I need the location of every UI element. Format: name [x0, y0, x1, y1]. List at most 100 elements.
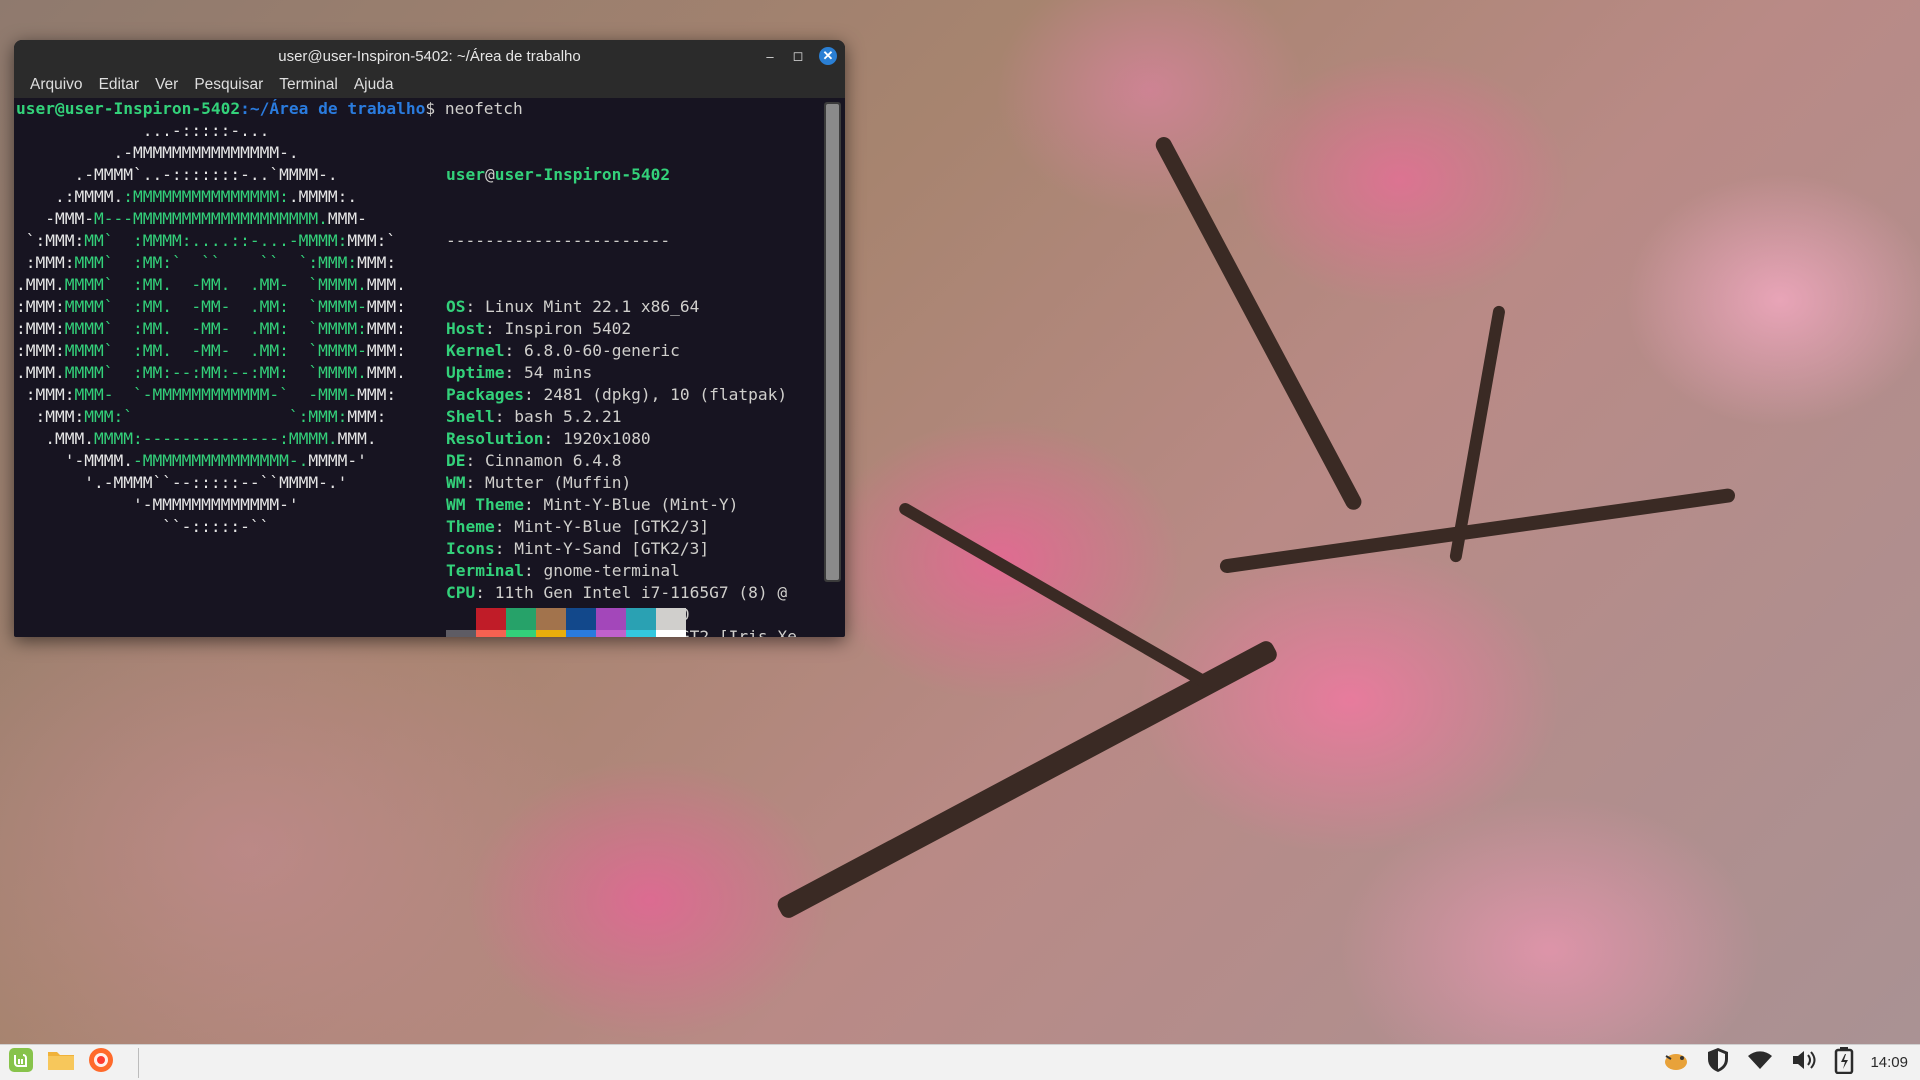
clock[interactable]: 14:09 — [1870, 1054, 1908, 1071]
ascii-logo-segment: MMM: — [366, 341, 406, 360]
prompt-user: user@user-Inspiron-5402 — [16, 99, 241, 118]
menubar: Arquivo Editar Ver Pesquisar Terminal Aj… — [14, 72, 845, 98]
terminal-output[interactable]: user@user-Inspiron-5402:~/Área de trabal… — [14, 98, 845, 637]
scrollbar-thumb[interactable] — [826, 104, 839, 580]
color-swatch — [656, 608, 686, 630]
ascii-logo-line: :MMM:MMM` :MM:` `` `` `:MMM:MMM: — [16, 252, 406, 274]
ascii-logo-line: :MMM:MMMM` :MM. -MM- .MM: `MMMM:MMM: — [16, 318, 406, 340]
ascii-logo-segment: '.-MMMM``--:::::--``MMMM-.' — [16, 473, 348, 492]
ascii-logo-line: .MMM.MMMM:--------------:MMMM.MMM. — [16, 428, 406, 450]
battery-icon[interactable] — [1834, 1046, 1854, 1079]
volume-icon[interactable] — [1790, 1048, 1818, 1077]
info-user: user — [446, 165, 485, 184]
color-swatch — [506, 630, 536, 637]
ascii-logo-segment: MMMM:--------------:MMMM. — [93, 429, 338, 448]
terminal-window[interactable]: user@user-Inspiron-5402: ~/Área de traba… — [14, 40, 845, 637]
ascii-logo-segment: :MMMMMMMMMMMMMMM: — [123, 187, 289, 206]
mint-menu-icon[interactable] — [8, 1047, 34, 1078]
menu-ajuda[interactable]: Ajuda — [346, 76, 402, 94]
ascii-logo-line: :MMM:MMMM` :MM. -MM- .MM: `MMMM-MMM: — [16, 340, 406, 362]
ascii-logo-line: .MMM.MMMM` :MM:--:MM:--:MM: `MMMM.MMM. — [16, 362, 406, 384]
menu-editar[interactable]: Editar — [91, 76, 148, 94]
ascii-logo-segment: MMM:` `:MMM: — [84, 407, 348, 426]
prompt-command: neofetch — [444, 99, 523, 118]
info-key: DE — [446, 451, 466, 470]
color-swatch — [596, 608, 626, 630]
menu-pesquisar[interactable]: Pesquisar — [186, 76, 271, 94]
ascii-logo-line: '.-MMMM``--:::::--``MMMM-.' — [16, 472, 406, 494]
info-line: Terminal: gnome-terminal — [446, 561, 680, 580]
color-swatch — [626, 608, 656, 630]
color-swatch — [566, 630, 596, 637]
ascii-logo-segment: MMMM` :MM. -MM- .MM: `MMMM- — [64, 297, 367, 316]
info-value: bash 5.2.21 — [514, 407, 622, 426]
info-key: Terminal — [446, 561, 524, 580]
info-line: Packages: 2481 (dpkg), 10 (flatpak) — [446, 385, 788, 404]
update-manager-icon[interactable] — [1662, 1048, 1690, 1077]
ascii-logo-segment: :MMM: — [16, 253, 75, 272]
info-key: Uptime — [446, 363, 505, 382]
color-swatch — [446, 608, 476, 630]
info-key: Kernel — [446, 341, 505, 360]
ascii-logo-segment: .:MMMM. — [16, 187, 124, 206]
color-swatch — [626, 630, 656, 637]
ascii-logo-line: .MMM.MMMM` :MM. -MM. .MM- `MMMM.MMM. — [16, 274, 406, 296]
ascii-logo-segment: MMM. — [366, 363, 406, 382]
shield-icon[interactable] — [1706, 1047, 1730, 1078]
color-swatch — [476, 608, 506, 630]
menu-arquivo[interactable]: Arquivo — [22, 76, 91, 94]
files-folder-icon[interactable] — [46, 1047, 76, 1078]
ascii-logo-segment: MMM:` — [347, 231, 397, 250]
menu-ver[interactable]: Ver — [147, 76, 186, 94]
info-line: Shell: bash 5.2.21 — [446, 407, 622, 426]
info-key: Shell — [446, 407, 495, 426]
minimize-button[interactable]: – — [763, 49, 777, 64]
ascii-logo-segment: MMM: — [357, 253, 397, 272]
ascii-logo-segment: MMMM` :MM:--:MM:--:MM: `MMMM. — [64, 363, 367, 382]
info-host: user-Inspiron-5402 — [494, 165, 671, 184]
info-line: WM: Mutter (Muffin) — [446, 473, 632, 492]
ascii-logo-line: '-MMMM.-MMMMMMMMMMMMMMM-.MMMM-' — [16, 450, 406, 472]
ascii-logo-segment: MMM: — [347, 407, 387, 426]
ascii-logo-segment: `:MMM: — [16, 231, 85, 250]
info-key: WM — [446, 473, 466, 492]
info-value: 54 mins — [523, 363, 593, 382]
prompt-symbol: $ — [425, 99, 445, 118]
color-palette — [446, 608, 686, 637]
info-line: Kernel: 6.8.0-60-generic — [446, 341, 680, 360]
info-key: Theme — [446, 517, 495, 536]
color-swatch — [566, 608, 596, 630]
scrollbar[interactable] — [824, 102, 841, 582]
info-key: Icons — [446, 539, 495, 558]
info-value: Mutter (Muffin) — [485, 473, 632, 492]
info-value: Inspiron 5402 — [504, 319, 632, 338]
info-line: DE: Cinnamon 6.4.8 — [446, 451, 622, 470]
window-title: user@user-Inspiron-5402: ~/Área de traba… — [278, 47, 581, 65]
maximize-button[interactable]: ◻ — [791, 48, 805, 64]
window-titlebar[interactable]: user@user-Inspiron-5402: ~/Área de traba… — [14, 40, 845, 72]
ascii-logo-line: :MMM:MMM:` `:MMM:MMM: — [16, 406, 406, 428]
ascii-logo-segment: MMM: — [366, 297, 406, 316]
ascii-logo-line: .-MMMM`..-:::::::-..`MMMM-. — [16, 164, 406, 186]
system-info: user@user-Inspiron-5402 ----------------… — [446, 120, 797, 637]
ascii-logo-segment: MMM: — [366, 319, 406, 338]
info-value: Mint-Y-Sand [GTK2/3] — [514, 539, 710, 558]
close-button[interactable]: ✕ — [819, 47, 837, 65]
menu-terminal[interactable]: Terminal — [271, 76, 346, 94]
info-value: Mint-Y-Blue [GTK2/3] — [514, 517, 710, 536]
wifi-icon[interactable] — [1746, 1049, 1774, 1076]
ascii-logo-segment: .MMMM:. — [288, 187, 358, 206]
ascii-logo-segment: :MMM: — [16, 341, 65, 360]
info-line: Uptime: 54 mins — [446, 363, 593, 382]
info-value: Cinnamon 6.4.8 — [485, 451, 622, 470]
info-key: Packages — [446, 385, 524, 404]
info-key: OS — [446, 297, 466, 316]
info-key: Resolution — [446, 429, 544, 448]
info-line: CPU: 11th Gen Intel i7-1165G7 (8) @ — [446, 583, 788, 602]
ascii-logo-line: ...-:::::-... — [16, 120, 406, 142]
info-title: user@user-Inspiron-5402 — [446, 164, 797, 186]
prompt-line: user@user-Inspiron-5402:~/Área de trabal… — [16, 98, 523, 120]
ascii-logo-line: ``-:::::-`` — [16, 516, 406, 538]
firefox-icon[interactable] — [88, 1047, 114, 1078]
info-line: Resolution: 1920x1080 — [446, 429, 651, 448]
